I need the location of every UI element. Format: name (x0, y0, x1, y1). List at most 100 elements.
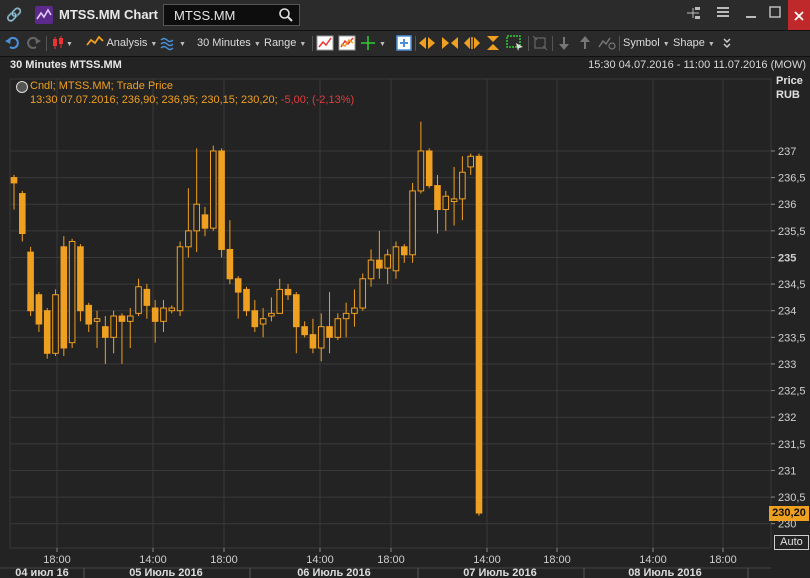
toolbar-separator (528, 36, 529, 51)
candle-body (359, 278, 367, 309)
maximize-icon[interactable] (764, 5, 786, 25)
legend-ohlc: 13:30 07.07.2016; 236,90; 236,95; 230,15… (30, 94, 354, 106)
download-icon[interactable] (557, 35, 571, 52)
zoom-box-icon[interactable] (396, 35, 412, 52)
link-icon[interactable]: 🔗 (6, 7, 22, 23)
candle-body (317, 326, 325, 349)
candle-body (85, 304, 93, 325)
undo-icon[interactable] (4, 35, 20, 52)
price-tick-label: 233,5 (778, 332, 806, 344)
price-tick-label: 231 (778, 465, 796, 477)
compress-horizontal-icon[interactable] (441, 35, 459, 52)
price-tick-label: 234,5 (778, 279, 806, 291)
candle-body (243, 288, 250, 312)
close-icon (794, 11, 804, 21)
time-tick-label: 14:00 (139, 554, 167, 566)
interval-menu[interactable]: 30 Minutes ▼ (197, 35, 261, 52)
time-tick-label: 14:00 (473, 554, 501, 566)
candle-body (27, 251, 34, 312)
toolbar-separator (415, 36, 416, 51)
compress-vertical-icon[interactable] (485, 35, 501, 52)
hierarchy-icon[interactable] (682, 5, 704, 25)
candle-body (384, 254, 391, 269)
toolbar-separator (552, 36, 553, 51)
chart-title: 30 Minutes MTSS.MM (10, 59, 122, 71)
range-label: Range (264, 37, 297, 49)
svg-text:▼: ▼ (66, 41, 73, 48)
candlestick-type-icon[interactable]: ▼ (50, 35, 74, 52)
candle-body (10, 177, 18, 184)
analysis-menu[interactable]: Analysis ▼ (86, 35, 157, 52)
link-charts-icon[interactable] (597, 35, 617, 52)
toolbar-separator (619, 36, 620, 51)
candle-body (268, 312, 275, 317)
candle-body (60, 246, 68, 349)
symbol-search-box[interactable]: MTSS.MM (163, 4, 300, 26)
clock-icon[interactable] (16, 81, 28, 93)
shape-label: Shape (673, 37, 705, 49)
chart-date-range: 15:30 04.07.2016 - 11:00 11.07.2016 (MOW… (588, 59, 806, 71)
candle-body (19, 193, 26, 234)
candle-body (301, 326, 308, 336)
time-tick-label: 18:00 (709, 554, 737, 566)
time-tick-label: 18:00 (543, 554, 571, 566)
svg-text:▼: ▼ (379, 41, 386, 48)
redo-icon[interactable] (26, 35, 42, 52)
candle-body (442, 195, 450, 211)
price-tick-label: 230,5 (778, 492, 806, 504)
search-icon[interactable] (278, 7, 294, 23)
price-axis-header: Price (776, 75, 803, 87)
candle-body (168, 307, 176, 312)
candle-body (35, 294, 43, 325)
candle-body (234, 278, 242, 293)
wave-icon[interactable]: ▼ (160, 35, 190, 52)
crosshair-icon[interactable]: ▼ (360, 35, 390, 52)
candle-body (126, 315, 134, 322)
title-bar: 🔗 MTSS.MM Chart MTSS.MM (0, 0, 810, 31)
candle-body (434, 185, 441, 211)
candle-body (400, 246, 408, 256)
more-tools-icon[interactable] (722, 35, 732, 52)
price-tick-label: 234 (778, 306, 796, 318)
candle-body (209, 150, 217, 229)
menu-icon[interactable] (712, 5, 734, 25)
price-tick-label: 232 (778, 412, 796, 424)
upload-icon[interactable] (578, 35, 592, 52)
symbol-menu[interactable]: Symbol ▼ (623, 35, 670, 52)
line-chart-icon[interactable] (316, 35, 334, 52)
scroll-left-right-icon[interactable] (418, 35, 436, 52)
expand-horizontal-icon[interactable] (463, 35, 481, 52)
auto-scale-button[interactable]: Auto (774, 535, 809, 550)
fit-icon[interactable] (532, 35, 548, 52)
interval-label: 30 Minutes (197, 37, 251, 49)
candle-body (102, 326, 109, 338)
select-area-icon[interactable] (506, 35, 524, 52)
shape-menu[interactable]: Shape ▼ (673, 35, 715, 52)
time-tick-label: 18:00 (210, 554, 238, 566)
price-axis-currency: RUB (776, 89, 800, 101)
candle-body (425, 150, 433, 187)
time-tick-label: 14:00 (639, 554, 667, 566)
legend-ohlc-values: 13:30 07.07.2016; 236,90; 236,95; 230,15… (30, 94, 278, 106)
candle-body (284, 288, 292, 296)
analysis-label: Analysis (106, 37, 148, 49)
compare-chart-icon[interactable] (338, 35, 356, 52)
candle-body (176, 246, 184, 312)
candle-body (334, 318, 342, 338)
toolbar-separator (46, 36, 47, 51)
symbol-search-input[interactable]: MTSS.MM (174, 8, 235, 23)
candle-body (118, 315, 126, 322)
candle-body (218, 150, 225, 250)
candle-body (52, 294, 59, 354)
minimize-icon[interactable] (740, 5, 762, 25)
candle-body (93, 318, 101, 322)
date-label: 05 Июль 2016 (129, 567, 203, 578)
close-button[interactable] (788, 0, 810, 30)
candle-body (276, 288, 284, 314)
candle-body (226, 248, 234, 280)
range-menu[interactable]: Range ▼ (264, 35, 306, 52)
last-price-marker: 230,20 (769, 506, 809, 522)
candle-body (367, 259, 375, 280)
candlestick-chart[interactable]: 230230,5231231,5232232,5233233,5234234,5… (0, 57, 810, 578)
candle-body (135, 286, 142, 314)
